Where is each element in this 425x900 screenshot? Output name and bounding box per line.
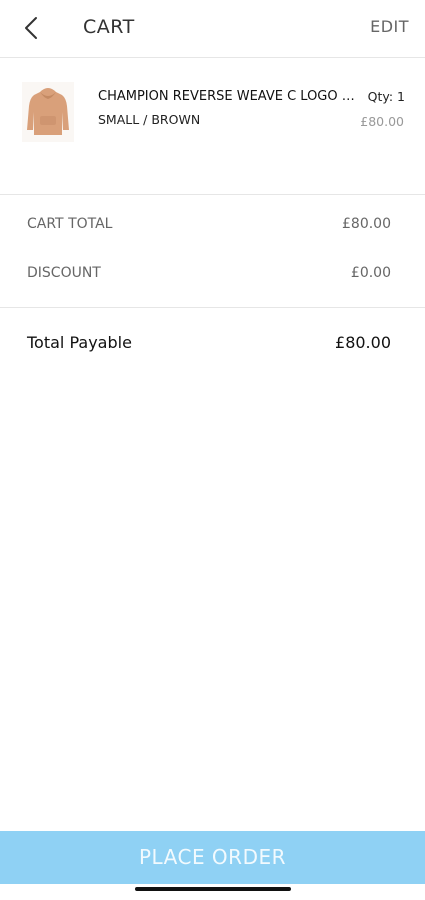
item-variant: SMALL / BROWN: [98, 112, 201, 127]
item-price: £80.00: [360, 114, 404, 129]
order-summary: CART TOTAL £80.00 DISCOUNT £0.00: [0, 195, 425, 308]
place-order-button[interactable]: PLACE ORDER: [0, 831, 425, 884]
cart-item[interactable]: CHAMPION REVERSE WEAVE C LOGO HOODIE SMA…: [0, 58, 425, 195]
cart-total-row: CART TOTAL £80.00: [27, 216, 391, 236]
discount-value: £0.00: [350, 265, 391, 281]
discount-row: DISCOUNT £0.00: [27, 265, 391, 285]
product-thumbnail[interactable]: [22, 82, 74, 142]
item-quantity: Qty: 1: [367, 89, 405, 104]
item-name: CHAMPION REVERSE WEAVE C LOGO HOODIE: [98, 89, 360, 104]
total-payable-value: £80.00: [335, 333, 391, 352]
discount-label: DISCOUNT: [27, 265, 101, 281]
total-payable-label: Total Payable: [27, 333, 132, 352]
back-button[interactable]: [18, 14, 46, 42]
edit-button[interactable]: EDIT: [370, 17, 409, 36]
cart-total-label: CART TOTAL: [27, 216, 113, 232]
home-indicator[interactable]: [135, 887, 291, 891]
hoodie-image: [27, 88, 69, 135]
total-payable-row: Total Payable £80.00: [27, 333, 391, 355]
app-header: CART EDIT: [0, 0, 425, 58]
page-title: CART: [83, 16, 135, 38]
cart-total-value: £80.00: [342, 216, 391, 232]
chevron-left-icon: [25, 17, 37, 39]
